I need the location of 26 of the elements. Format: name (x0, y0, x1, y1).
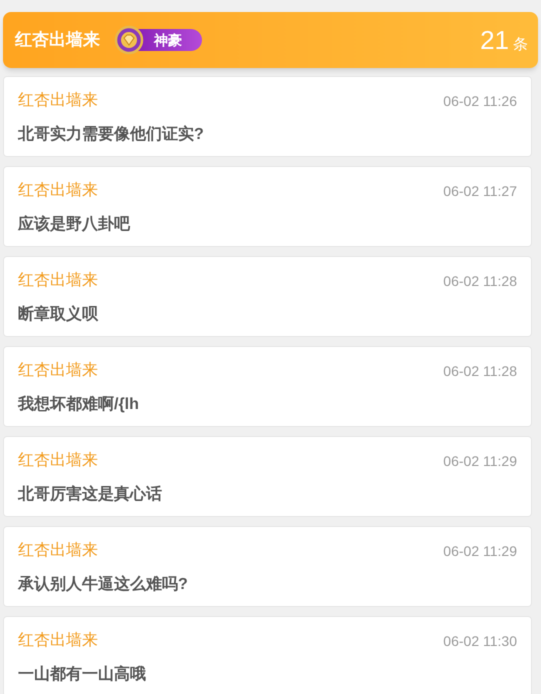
message-text: 断章取义呗 (18, 304, 100, 325)
message-time: 06-02 11:29 (443, 452, 517, 470)
message-text: 一山都有一山高哦 (18, 664, 147, 685)
sender-name: 红杏出墙来 (18, 180, 98, 201)
message-count: 21 (480, 24, 509, 56)
user-name: 红杏出墙来 (15, 29, 100, 52)
message-time: 06-02 11:28 (443, 272, 517, 290)
count-unit: 条 (513, 34, 528, 54)
message-text: 我想坏都难啊/{lh (18, 394, 140, 415)
sender-name: 红杏出墙来 (18, 630, 98, 651)
message-time: 06-02 11:27 (443, 182, 517, 200)
message-text: 承认别人牛逼这么难吗? (18, 574, 189, 595)
message-time: 06-02 11:28 (443, 362, 517, 380)
sender-name: 红杏出墙来 (18, 450, 98, 471)
message-text: 北哥实力需要像他们证实? (18, 124, 205, 145)
rank-badge: 神豪 (138, 29, 202, 51)
message-text: 北哥厉害这是真心话 (18, 484, 163, 505)
sender-name: 红杏出墙来 (18, 90, 98, 111)
message-text: 应该是野八卦吧 (18, 214, 132, 235)
message-time: 06-02 11:29 (443, 542, 517, 560)
emblem-icon (114, 25, 144, 55)
sender-name: 红杏出墙来 (18, 360, 98, 381)
message-time: 06-02 11:30 (443, 632, 517, 650)
sender-name: 红杏出墙来 (18, 540, 98, 561)
sender-name: 红杏出墙来 (18, 270, 98, 291)
message-time: 06-02 11:26 (443, 92, 517, 110)
